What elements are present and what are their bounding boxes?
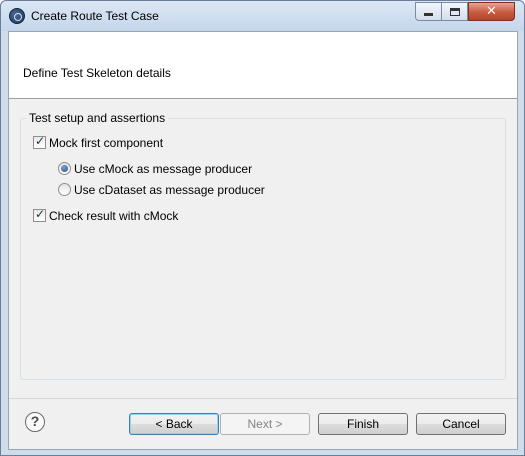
footer-divider — [9, 398, 517, 399]
finish-button[interactable]: Finish — [318, 413, 408, 435]
window-title: Create Route Test Case — [31, 9, 159, 23]
wizard-header: Define Test Skeleton details — [9, 32, 517, 99]
use-cmock-radio[interactable] — [58, 162, 71, 175]
dialog-window: Create Route Test Case ✕ Define Test Ske… — [0, 0, 525, 456]
group-label: Test setup and assertions — [26, 111, 169, 125]
mock-first-checkbox[interactable]: ✓ — [33, 134, 46, 149]
minimize-icon — [424, 13, 433, 16]
eclipse-app-icon — [9, 8, 25, 24]
check-result-checkbox[interactable]: ✓ — [33, 207, 46, 222]
use-cmock-label[interactable]: Use cMock as message producer — [74, 162, 252, 176]
minimize-button[interactable] — [415, 2, 442, 21]
close-button[interactable]: ✕ — [468, 2, 515, 21]
next-button[interactable]: Next > — [220, 413, 310, 435]
maximize-icon — [449, 7, 460, 16]
maximize-button[interactable] — [442, 2, 468, 21]
use-cdataset-label[interactable]: Use cDataset as message producer — [74, 183, 265, 197]
checkmark-icon: ✓ — [35, 134, 46, 148]
close-icon: ✕ — [486, 4, 497, 19]
use-cdataset-radio[interactable] — [58, 183, 71, 196]
cancel-button[interactable]: Cancel — [416, 413, 506, 435]
dialog-client-area: Define Test Skeleton details Test setup … — [8, 31, 518, 450]
back-button[interactable]: < Back — [129, 413, 219, 435]
check-result-label[interactable]: Check result with cMock — [49, 209, 178, 223]
page-title: Define Test Skeleton details — [23, 66, 171, 80]
mock-first-label[interactable]: Mock first component — [49, 136, 163, 150]
title-bar[interactable]: Create Route Test Case ✕ — [1, 1, 524, 31]
checkmark-icon: ✓ — [35, 207, 46, 221]
help-icon[interactable]: ? — [25, 412, 45, 432]
test-setup-group — [20, 118, 506, 380]
